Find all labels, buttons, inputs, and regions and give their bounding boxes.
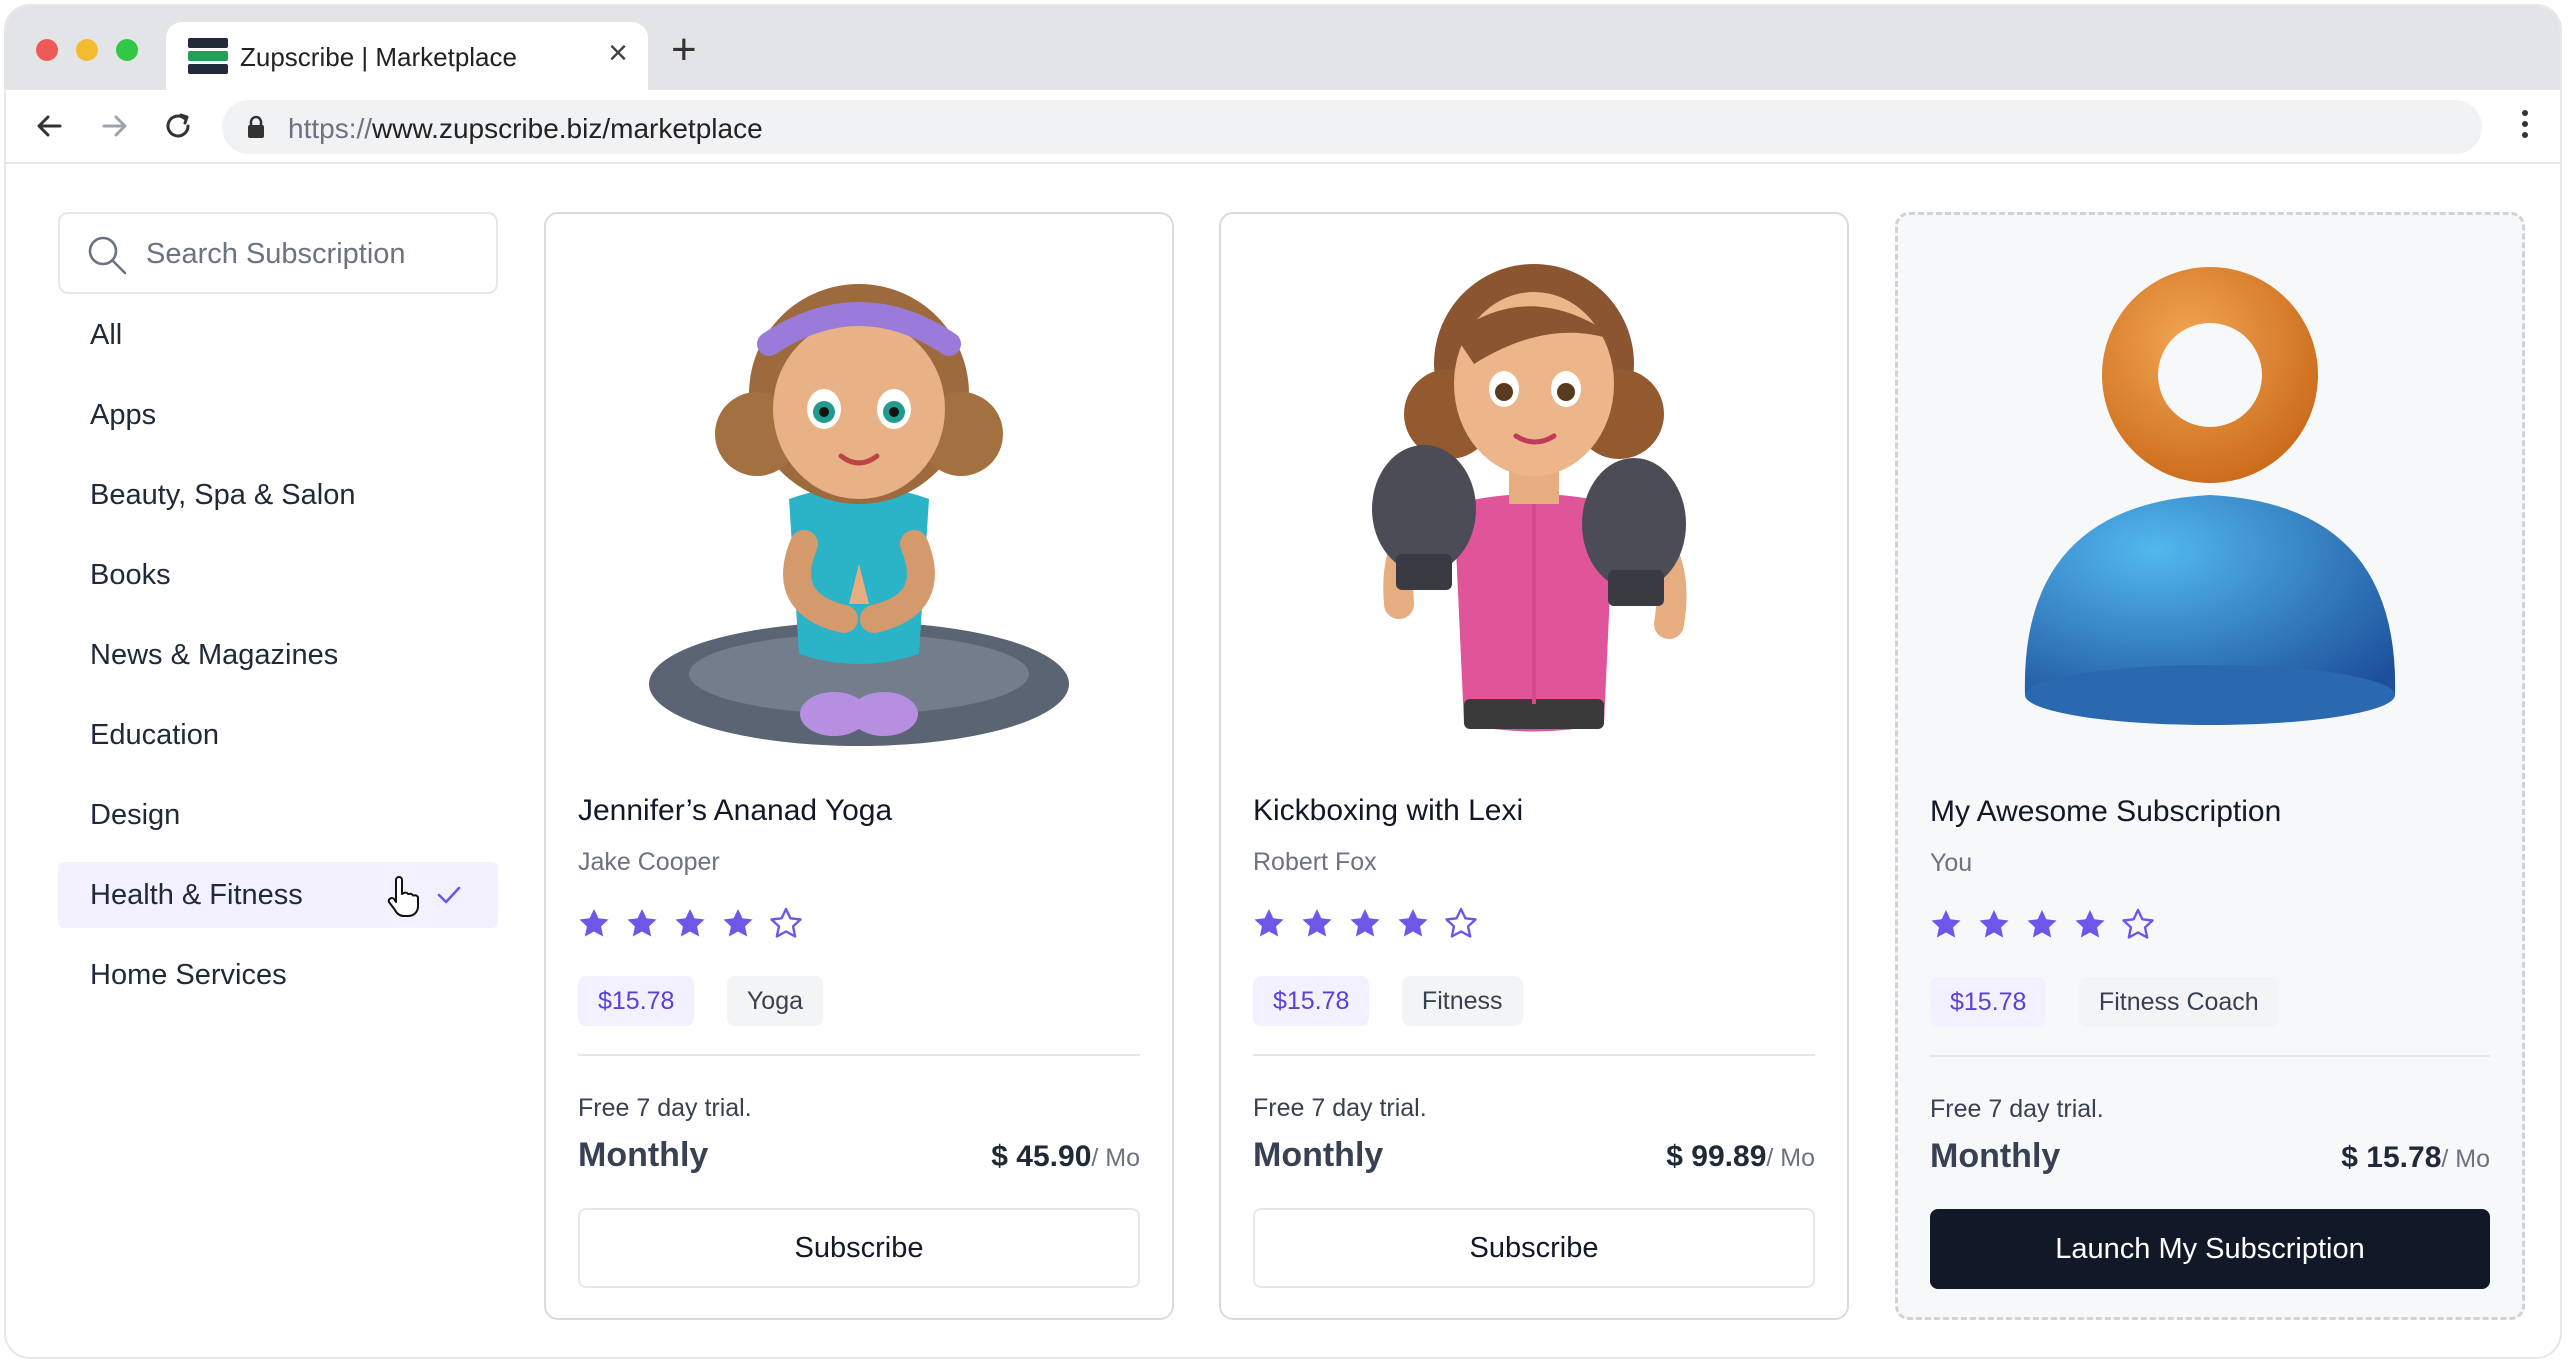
star-filled-icon [1979, 910, 2009, 938]
plan-name: Monthly [1253, 1136, 1384, 1174]
rating-stars [1251, 906, 1491, 946]
star-filled-icon [1398, 909, 1428, 937]
rating-stars [576, 906, 816, 946]
card-title: Kickboxing with Lexi [1253, 794, 1524, 827]
search-icon [88, 236, 127, 275]
card-tags: $15.78 Yoga [578, 976, 851, 1026]
star-filled-icon [1302, 909, 1332, 937]
user-avatar-3d-icon [2024, 267, 2396, 725]
star-filled-icon [2075, 910, 2105, 938]
card-title: My Awesome Subscription [1930, 795, 2282, 828]
star-filled-icon [723, 909, 753, 937]
browser-tab-active[interactable]: Zupscribe | Marketplace × [166, 22, 648, 90]
trial-text: Free 7 day trial. [1253, 1094, 1427, 1122]
maximize-window-button[interactable] [116, 39, 138, 61]
star-filled-icon [1931, 910, 1961, 938]
plan-price: $ 99.89/ Mo [1666, 1140, 1815, 1173]
close-tab-icon[interactable]: × [608, 36, 628, 70]
star-filled-icon [1350, 909, 1380, 937]
subscribe-button[interactable]: Subscribe [1253, 1208, 1815, 1288]
launch-subscription-button[interactable]: Launch My Subscription [1930, 1209, 2490, 1289]
category-item-home-services[interactable]: Home Services [58, 942, 498, 1008]
star-empty-icon [2122, 908, 2154, 939]
price-tag: $15.78 [1253, 976, 1370, 1026]
plan-price: $ 15.78/ Mo [2341, 1141, 2490, 1174]
subscription-card[interactable]: Kickboxing with Lexi Robert Fox $15.78 F… [1219, 212, 1849, 1320]
price-tag: $15.78 [1930, 977, 2047, 1027]
address-bar[interactable]: https://www.zupscribe.biz/marketplace [222, 100, 2482, 154]
browser-window: Zupscribe | Marketplace × + https://www.… [4, 4, 2562, 1359]
star-filled-icon [675, 909, 705, 937]
back-arrow-icon[interactable] [32, 108, 68, 144]
star-empty-icon [770, 907, 802, 938]
trial-text: Free 7 day trial. [578, 1094, 752, 1122]
star-empty-icon [1445, 907, 1477, 938]
category-item-news-magazines[interactable]: News & Magazines [58, 622, 498, 688]
category-tag: Fitness Coach [2078, 977, 2279, 1027]
lock-icon [248, 115, 264, 138]
star-filled-icon [2027, 910, 2057, 938]
category-tag: Fitness [1401, 976, 1523, 1026]
card-author: Jake Cooper [578, 848, 720, 876]
search-box [58, 212, 498, 294]
tab-title: Zupscribe | Marketplace [240, 42, 517, 72]
category-item-all[interactable]: All [58, 302, 498, 368]
category-item-design[interactable]: Design [58, 782, 498, 848]
divider [1253, 1054, 1815, 1056]
yoga-girl-illustration [649, 284, 1069, 746]
tab-strip: Zupscribe | Marketplace × + [6, 6, 2560, 90]
price-tag: $15.78 [578, 976, 695, 1026]
card-title: Jennifer’s Ananad Yoga [578, 794, 893, 827]
trial-text: Free 7 day trial. [1930, 1095, 2104, 1123]
boxer-girl-illustration [1372, 264, 1687, 732]
category-item-books[interactable]: Books [58, 542, 498, 608]
url-text: https://www.zupscribe.biz/marketplace [288, 113, 763, 144]
plan-name: Monthly [1930, 1137, 2061, 1175]
close-window-button[interactable] [36, 39, 58, 61]
plan-price: $ 45.90/ Mo [991, 1140, 1140, 1173]
browser-menu-icon[interactable] [2522, 110, 2530, 143]
hand-cursor-icon [387, 876, 419, 917]
category-item-education[interactable]: Education [58, 702, 498, 768]
card-tags: $15.78 Fitness [1253, 976, 1551, 1026]
search-input[interactable] [146, 232, 476, 276]
card-tags: $15.78 Fitness Coach [1930, 977, 2307, 1027]
minimize-window-button[interactable] [76, 39, 98, 61]
category-item-beauty-spa-salon[interactable]: Beauty, Spa & Salon [58, 462, 498, 528]
category-label: Health & Fitness [90, 879, 303, 911]
category-tag: Yoga [726, 976, 824, 1026]
divider [1930, 1055, 2490, 1057]
forward-arrow-icon[interactable] [96, 108, 132, 144]
star-filled-icon [1254, 909, 1284, 937]
category-list: All Apps Beauty, Spa & Salon Books News … [58, 302, 498, 1022]
zupscribe-logo-icon [188, 38, 228, 74]
rating-stars [1928, 907, 2168, 947]
card-author: You [1930, 849, 1973, 877]
browser-toolbar: https://www.zupscribe.biz/marketplace [6, 90, 2560, 164]
star-filled-icon [627, 909, 657, 937]
category-item-apps[interactable]: Apps [58, 382, 498, 448]
subscription-card[interactable]: Jennifer’s Ananad Yoga Jake Cooper $15.7… [544, 212, 1174, 1320]
category-item-health-fitness[interactable]: Health & Fitness [58, 862, 498, 928]
subscription-card-own[interactable]: My Awesome Subscription You $15.78 Fitne… [1895, 212, 2525, 1320]
subscribe-button[interactable]: Subscribe [578, 1208, 1140, 1288]
card-author: Robert Fox [1253, 848, 1377, 876]
star-filled-icon [579, 909, 609, 937]
divider [578, 1054, 1140, 1056]
new-tab-icon[interactable]: + [671, 28, 697, 72]
check-icon [437, 886, 461, 904]
reload-icon[interactable] [160, 108, 196, 144]
plan-name: Monthly [578, 1136, 709, 1174]
